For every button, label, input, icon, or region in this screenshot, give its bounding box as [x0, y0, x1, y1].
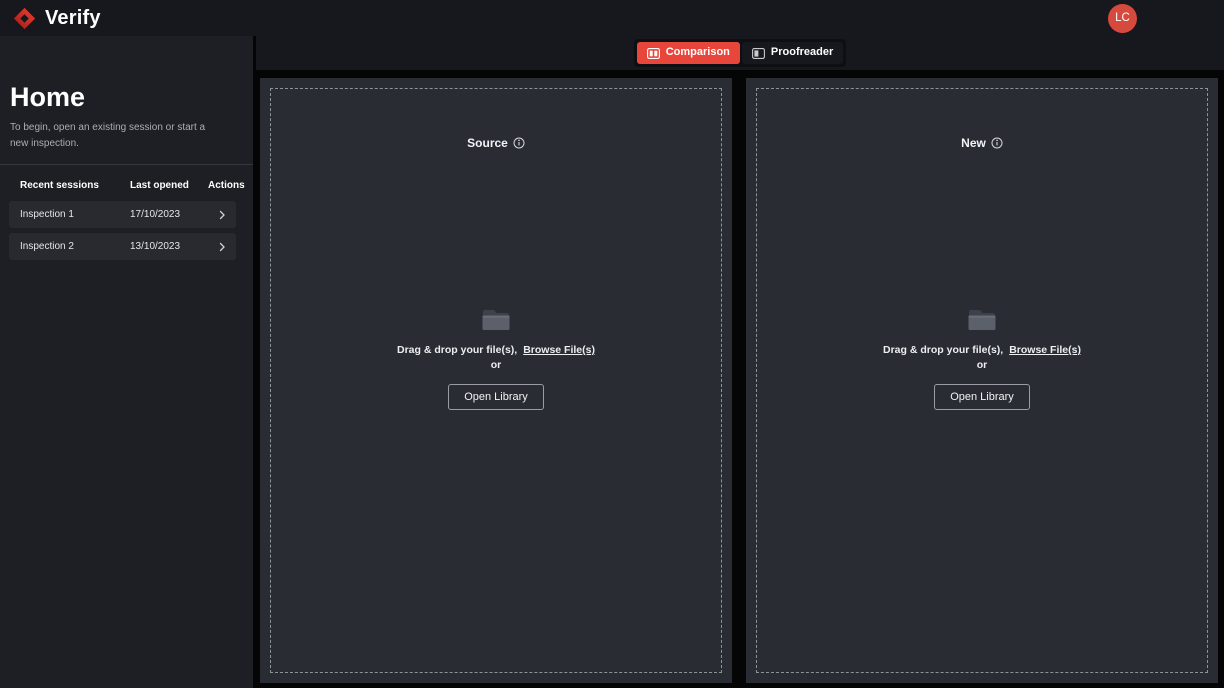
new-title-label: New	[961, 136, 986, 150]
sidebar: Home To begin, open an existing session …	[0, 36, 253, 688]
tab-comparison[interactable]: Comparison	[637, 42, 740, 63]
top-bar: Verify LC	[0, 0, 1224, 36]
folder-icon	[967, 306, 997, 331]
drag-drop-text: Drag & drop your file(s),	[883, 344, 1003, 356]
new-dropzone[interactable]: Drag & drop your file(s), Browse File(s)…	[883, 306, 1081, 410]
new-dropzone-panel[interactable]: New	[746, 78, 1218, 683]
mode-tabs: Comparison Proofreader	[634, 39, 847, 66]
main-area: Comparison Proofreader Source	[256, 36, 1224, 688]
new-panel-title: New	[961, 136, 1003, 150]
mode-tab-bar: Comparison Proofreader	[256, 36, 1224, 70]
page-title: Home	[10, 82, 243, 113]
sessions-table-header: Recent sessions Last opened Actions	[9, 174, 236, 196]
col-last-opened: Last opened	[130, 180, 208, 191]
chevron-right-icon[interactable]	[217, 210, 227, 220]
session-row-inspection-1[interactable]: Inspection 1 17/10/2023	[9, 201, 236, 228]
col-actions: Actions	[208, 180, 245, 191]
proofreader-panel-icon	[752, 48, 765, 59]
info-icon[interactable]	[513, 137, 525, 149]
app-title: Verify	[45, 7, 101, 30]
or-label: or	[491, 359, 502, 371]
chevron-right-icon[interactable]	[217, 242, 227, 252]
session-last-opened: 17/10/2023	[130, 209, 208, 220]
open-library-button[interactable]: Open Library	[448, 384, 544, 410]
user-avatar[interactable]: LC	[1108, 4, 1137, 33]
folder-icon	[481, 306, 511, 331]
session-row-inspection-2[interactable]: Inspection 2 13/10/2023	[9, 233, 236, 260]
verify-diamond-icon	[12, 6, 37, 31]
session-name: Inspection 1	[20, 209, 130, 220]
session-last-opened: 13/10/2023	[130, 241, 208, 252]
source-dropzone-panel[interactable]: Source	[260, 78, 732, 683]
or-label: or	[977, 359, 988, 371]
tab-proofreader[interactable]: Proofreader	[742, 42, 843, 63]
source-title-label: Source	[467, 136, 508, 150]
col-recent-sessions: Recent sessions	[20, 180, 130, 191]
browse-files-link[interactable]: Browse File(s)	[523, 344, 595, 356]
page-description: To begin, open an existing session or st…	[10, 120, 222, 151]
app-logo: Verify	[12, 6, 101, 31]
comparison-columns-icon	[647, 48, 660, 59]
session-name: Inspection 2	[20, 241, 130, 252]
browse-files-link[interactable]: Browse File(s)	[1009, 344, 1081, 356]
sidebar-divider	[0, 164, 253, 165]
open-library-button[interactable]: Open Library	[934, 384, 1030, 410]
tab-proofreader-label: Proofreader	[771, 46, 833, 59]
source-dropzone[interactable]: Drag & drop your file(s), Browse File(s)…	[397, 306, 595, 410]
tab-comparison-label: Comparison	[666, 46, 730, 59]
drag-drop-text: Drag & drop your file(s),	[397, 344, 517, 356]
source-panel-title: Source	[467, 136, 525, 150]
info-icon[interactable]	[991, 137, 1003, 149]
